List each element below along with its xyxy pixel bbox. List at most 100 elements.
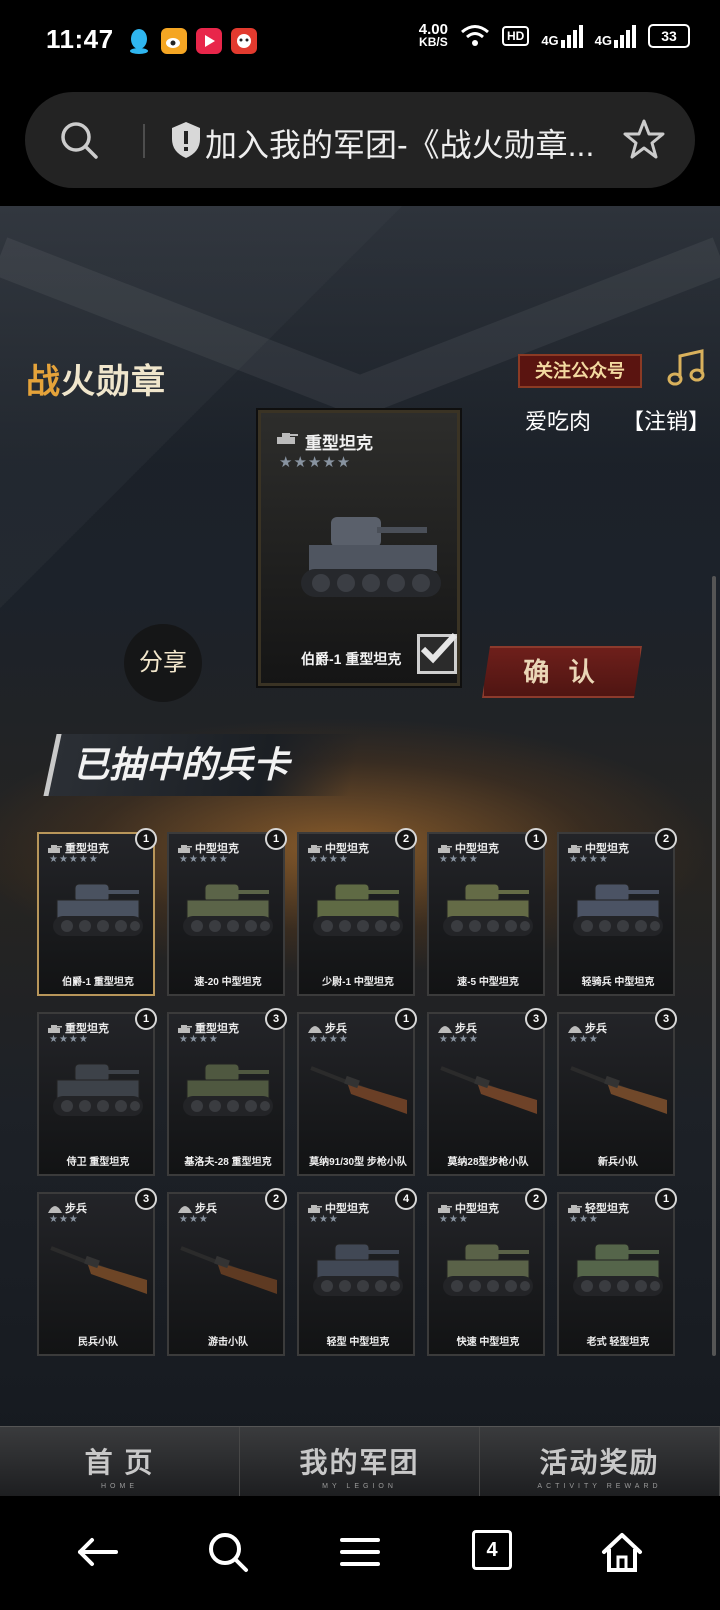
- tab-home-label: 首 页: [84, 1447, 155, 1478]
- unit-card[interactable]: 重型坦克 ★★★★ 基洛夫-28 重型坦克 3: [167, 1008, 287, 1176]
- featured-stars: ★★★★★: [279, 454, 352, 471]
- tab-activity-reward[interactable]: 活动奖励 ACTIVITY REWARD: [480, 1427, 720, 1497]
- unit-card[interactable]: 步兵 ★★★ 游击小队 2: [167, 1188, 287, 1356]
- status-bar: 11:47 4.00 KB/S HD 4G 4G 33: [0, 0, 720, 86]
- card-count-badge: 2: [655, 828, 677, 850]
- card-count-badge: 2: [395, 828, 417, 850]
- shield-icon[interactable]: [169, 120, 203, 160]
- logout-link[interactable]: 【注销】: [622, 404, 710, 436]
- unit-card[interactable]: 步兵 ★★★★ 莫纳28型步枪小队 3: [427, 1008, 547, 1176]
- wifi-icon: [461, 25, 489, 46]
- rifle-image: [567, 1054, 671, 1139]
- unit-card[interactable]: 中型坦克 ★★★ 快速 中型坦克 2: [427, 1188, 547, 1356]
- heavy-tank-type-icon: [277, 433, 298, 444]
- page-title[interactable]: 加入我的军团-《战火勋章...: [205, 120, 595, 166]
- back-icon[interactable]: [76, 1530, 120, 1574]
- share-button[interactable]: 分享: [124, 624, 202, 702]
- confirm-button[interactable]: 确 认: [482, 646, 642, 698]
- card-name: 老式 轻型坦克: [586, 1337, 650, 1348]
- card-stars: ★★★: [439, 1214, 469, 1225]
- card-name: 少尉-1 中型坦克: [322, 977, 394, 988]
- card-count-badge: 3: [265, 1008, 287, 1030]
- tab-my-legion[interactable]: 我的军团 MY LEGION: [240, 1427, 480, 1497]
- tank-image: [307, 874, 407, 959]
- tab-my-legion-label: 我的军团: [299, 1447, 420, 1478]
- card-count-badge: 1: [395, 1008, 417, 1030]
- tab-home-sublabel: HOME: [101, 1483, 138, 1490]
- unit-card[interactable]: 中型坦克 ★★★★ 轻骑兵 中型坦克 2: [557, 828, 677, 996]
- card-stars: ★★★★: [179, 1034, 219, 1045]
- search-icon[interactable]: [59, 120, 99, 160]
- unit-card[interactable]: 中型坦克 ★★★★ 速-5 中型坦克 1: [427, 828, 547, 996]
- tank-image: [437, 1234, 537, 1319]
- unit-card[interactable]: 中型坦克 ★★★★★ 速-20 中型坦克 1: [167, 828, 287, 996]
- card-stars: ★★★: [569, 1034, 599, 1045]
- signal-bars-icon: [560, 24, 583, 48]
- tank-image: [47, 874, 147, 959]
- tank-image: [307, 1234, 407, 1319]
- drawn-cards-heading-text: 已抽中的兵卡: [73, 744, 290, 785]
- unit-card[interactable]: 步兵 ★★★★ 莫纳91/30型 步枪小队 1: [297, 1008, 417, 1176]
- game-app-icon: [231, 28, 257, 54]
- unit-card[interactable]: 中型坦克 ★★★ 轻型 中型坦克 4: [297, 1188, 417, 1356]
- tabs-count-button[interactable]: 4: [472, 1530, 512, 1570]
- card-name: 快速 中型坦克: [456, 1337, 520, 1348]
- card-count-badge: 1: [265, 828, 287, 850]
- card-count-badge: 3: [135, 1188, 157, 1210]
- card-stars: ★★★★★: [49, 854, 99, 865]
- select-checkbox[interactable]: [417, 632, 457, 674]
- tank-image: [301, 517, 441, 597]
- menu-icon[interactable]: [338, 1530, 382, 1574]
- tab-my-legion-sublabel: MY LEGION: [322, 1483, 397, 1490]
- qq-icon: [126, 28, 152, 54]
- card-name: 速-5 中型坦克: [457, 977, 519, 988]
- tank-image: [177, 1054, 277, 1139]
- signal-1: 4G: [541, 24, 583, 48]
- network-speed-unit: KB/S: [419, 35, 448, 49]
- tab-home[interactable]: 首 页 HOME: [0, 1427, 240, 1497]
- card-name: 侍卫 重型坦克: [66, 1157, 130, 1168]
- card-stars: ★★★★★: [179, 854, 229, 865]
- unit-card[interactable]: 轻型坦克 ★★★ 老式 轻型坦克 1: [557, 1188, 677, 1356]
- web-content: 战火勋章 关注公众号 爱吃肉 【注销】 重型坦克 ★★★★★ 伯爵-1 重型坦克…: [0, 206, 720, 1496]
- card-count-badge: 3: [655, 1008, 677, 1030]
- unit-card[interactable]: 重型坦克 ★★★★★ 伯爵-1 重型坦克 1: [37, 828, 157, 996]
- bookmark-star-icon[interactable]: [623, 118, 665, 160]
- card-count-badge: 2: [525, 1188, 547, 1210]
- card-count-badge: 1: [135, 1008, 157, 1030]
- signal-bars-icon: [614, 24, 636, 48]
- status-indicators: 4.00 KB/S HD 4G 4G 33: [419, 22, 690, 49]
- unit-card[interactable]: 步兵 ★★★ 民兵小队 3: [37, 1188, 157, 1356]
- scrollbar[interactable]: [712, 576, 716, 1356]
- card-count-badge: 1: [135, 828, 157, 850]
- network-speed: 4.00 KB/S: [419, 22, 448, 49]
- weibo-icon: [161, 28, 187, 54]
- home-icon[interactable]: [600, 1530, 644, 1574]
- card-count-badge: 1: [655, 1188, 677, 1210]
- tank-image: [177, 874, 277, 959]
- notification-icons: [126, 28, 257, 54]
- address-bar[interactable]: 加入我的军团-《战火勋章...: [25, 92, 695, 188]
- search-icon[interactable]: [206, 1530, 250, 1574]
- browser-toolbar: 加入我的军团-《战火勋章...: [0, 86, 720, 206]
- music-icon[interactable]: [666, 348, 706, 388]
- card-name: 轻型 中型坦克: [326, 1337, 390, 1348]
- card-name: 速-20 中型坦克: [194, 977, 262, 988]
- card-name: 莫纳91/30型 步枪小队: [309, 1157, 407, 1168]
- unit-card[interactable]: 重型坦克 ★★★★ 侍卫 重型坦克 1: [37, 1008, 157, 1176]
- tab-activity-reward-sublabel: ACTIVITY REWARD: [537, 1483, 662, 1490]
- unit-card[interactable]: 步兵 ★★★ 新兵小队 3: [557, 1008, 677, 1176]
- browser-nav-bar: 4: [0, 1496, 720, 1610]
- featured-type: 重型坦克: [305, 434, 373, 453]
- card-stars: ★★★: [179, 1214, 209, 1225]
- unit-card[interactable]: 中型坦克 ★★★★ 少尉-1 中型坦克 2: [297, 828, 417, 996]
- follow-official-account-button[interactable]: 关注公众号: [518, 354, 642, 388]
- card-stars: ★★★: [49, 1214, 79, 1225]
- hd-icon: HD: [501, 26, 530, 46]
- card-stars: ★★★: [569, 1214, 599, 1225]
- username: 爱吃肉: [525, 409, 592, 434]
- tank-image: [567, 874, 667, 959]
- rifle-image: [307, 1054, 411, 1139]
- status-time: 11:47: [46, 24, 114, 54]
- card-stars: ★★★★: [309, 854, 349, 865]
